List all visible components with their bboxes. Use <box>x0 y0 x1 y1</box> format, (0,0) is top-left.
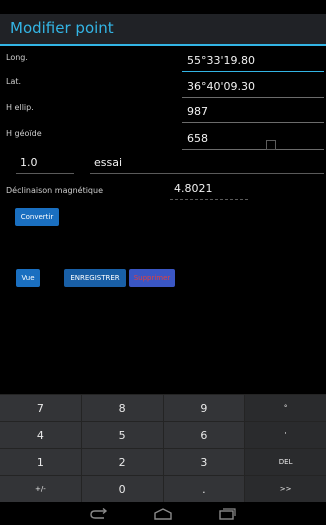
key-dot[interactable]: . <box>163 476 245 502</box>
convertir-button[interactable]: Convertir <box>15 208 59 226</box>
declinaison-field[interactable]: 4.8021 <box>170 180 248 200</box>
key-1[interactable]: 1 <box>0 449 81 475</box>
point-name-field[interactable]: essai <box>90 154 324 174</box>
numeric-keypad: 7 8 9 ° 4 5 6 ' 1 2 3 DEL +/- 0 . >> <box>0 394 326 502</box>
back-icon[interactable] <box>89 507 109 520</box>
latitude-label: Lat. <box>6 77 22 86</box>
key-6[interactable]: 6 <box>163 422 245 448</box>
declinaison-label: Déclinaison magnétique <box>6 186 103 195</box>
h-geoide-field[interactable]: 658 <box>182 130 324 150</box>
key-3[interactable]: 3 <box>163 449 245 475</box>
key-degree[interactable]: ° <box>245 395 326 421</box>
recents-icon[interactable] <box>217 507 237 520</box>
key-2[interactable]: 2 <box>81 449 163 475</box>
h-geoide-label: H géoïde <box>6 129 42 138</box>
key-next[interactable]: >> <box>245 476 326 502</box>
longitude-field[interactable]: 55°33'19.80 <box>182 52 324 72</box>
h-ellip-field[interactable]: 987 <box>182 103 324 123</box>
h-ellip-label: H ellip. <box>6 103 34 112</box>
key-9[interactable]: 9 <box>163 395 245 421</box>
home-icon[interactable] <box>153 507 173 520</box>
form-area: Long. 55°33'19.80 Lat. 36°40'09.30 H ell… <box>0 46 326 394</box>
latitude-field[interactable]: 36°40'09.30 <box>182 78 324 98</box>
status-bar <box>0 0 326 14</box>
key-delete[interactable]: DEL <box>245 449 326 475</box>
vue-button[interactable]: Vue <box>16 269 40 287</box>
key-plus-minus[interactable]: +/- <box>0 476 81 502</box>
dialog-titlebar: Modifier point <box>0 14 326 46</box>
key-8[interactable]: 8 <box>81 395 163 421</box>
declinaison-checkbox[interactable] <box>266 140 276 150</box>
enregistrer-button[interactable]: ENREGISTRER <box>64 269 126 287</box>
point-code-field[interactable]: 1.0 <box>16 154 74 174</box>
key-5[interactable]: 5 <box>81 422 163 448</box>
supprimer-button[interactable]: Supprimer <box>129 269 175 287</box>
key-minute[interactable]: ' <box>245 422 326 448</box>
longitude-label: Long. <box>6 53 28 62</box>
dialog-title: Modifier point <box>10 19 114 37</box>
navigation-bar <box>0 502 326 525</box>
key-7[interactable]: 7 <box>0 395 81 421</box>
key-4[interactable]: 4 <box>0 422 81 448</box>
key-0[interactable]: 0 <box>81 476 163 502</box>
